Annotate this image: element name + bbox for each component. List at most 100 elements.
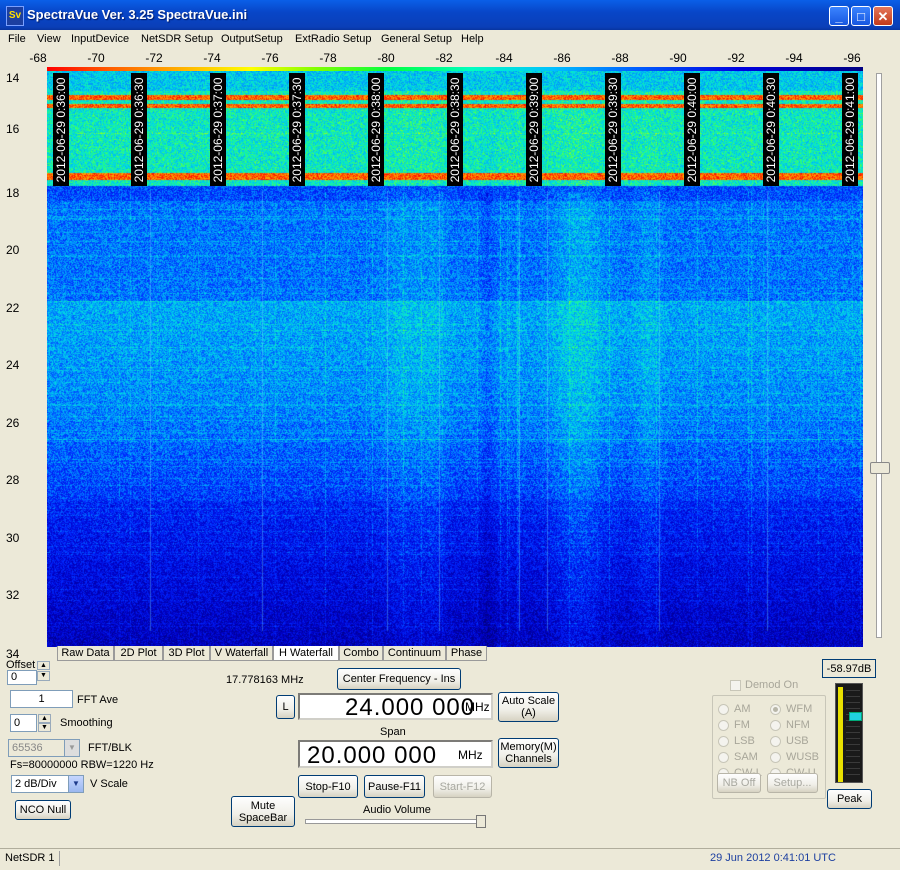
smoothing-spin-up[interactable]: ▲ (38, 714, 51, 723)
timestamp-marker: 2012-06-29 0:36:30 (131, 73, 147, 186)
cursor-frequency-readout: 17.778163 MHz (226, 674, 304, 686)
center-frequency-unit: MHz (465, 700, 490, 714)
menu-bar: File View InputDevice NetSDR Setup Outpu… (0, 30, 900, 49)
menu-help[interactable]: Help (461, 33, 484, 45)
timestamp-label: 2012-06-29 0:41:00 (843, 77, 857, 183)
minimize-button[interactable]: _ (829, 6, 849, 26)
demod-checkbox[interactable] (730, 680, 741, 691)
db-tick-label: -78 (319, 51, 337, 65)
demod-label-sam: SAM (734, 751, 758, 763)
l-button[interactable]: L (276, 695, 295, 719)
peak-button[interactable]: Peak (827, 789, 872, 809)
frequency-tick-label: 16 (6, 122, 20, 136)
timestamp-label: 2012-06-29 0:39:30 (606, 77, 620, 183)
vscale-select[interactable]: 2 dB/Div ▼ (11, 775, 84, 793)
app-icon[interactable]: Sv (6, 6, 24, 26)
nco-null-button[interactable]: NCO Null (15, 800, 71, 820)
db-tick-label: -76 (261, 51, 279, 65)
pause-button[interactable]: Pause-F11 (364, 775, 425, 798)
maximize-button[interactable]: □ (851, 6, 871, 26)
frequency-tick-label: 14 (6, 71, 20, 85)
memory-channels-button[interactable]: Memory(M) Channels (498, 738, 559, 768)
timestamp-label: 2012-06-29 0:36:30 (132, 77, 146, 183)
demod-label-lsb: LSB (734, 735, 755, 747)
audio-volume-thumb[interactable] (476, 815, 486, 828)
close-button[interactable]: ✕ (873, 6, 893, 26)
tab-3d-plot[interactable]: 3D Plot (163, 646, 210, 661)
vertical-slider-track[interactable] (876, 73, 882, 638)
db-tick-label: -96 (843, 51, 861, 65)
demod-radio-wusb[interactable] (770, 752, 781, 763)
db-tick-label: -84 (495, 51, 513, 65)
timestamp-marker: 2012-06-29 0:38:00 (368, 73, 384, 186)
meter-tick (846, 768, 860, 769)
tab-2d-plot[interactable]: 2D Plot (114, 646, 163, 661)
offset-spin-up[interactable]: ▲ (37, 661, 50, 670)
demod-radio-fm[interactable] (718, 720, 729, 731)
fft-blk-select[interactable]: 65536 ▼ (8, 739, 80, 757)
vertical-slider-thumb[interactable] (870, 462, 890, 474)
menu-file[interactable]: File (8, 33, 26, 45)
smoothing-input[interactable]: 0 (10, 714, 37, 732)
tab-v-waterfall[interactable]: V Waterfall (210, 646, 273, 661)
demod-radio-lsb[interactable] (718, 736, 729, 747)
meter-tick (846, 738, 860, 739)
menu-general-setup[interactable]: General Setup (381, 33, 452, 45)
center-frequency-button[interactable]: Center Frequency - Ins (337, 668, 461, 690)
mute-button[interactable]: Mute SpaceBar (231, 796, 295, 827)
fft-ave-input[interactable]: 1 (10, 690, 73, 708)
db-tick-label: -82 (435, 51, 453, 65)
offset-input[interactable]: 0 (7, 670, 37, 685)
demod-label-wusb: WUSB (786, 751, 819, 763)
meter-tick (846, 750, 860, 751)
timestamp-label: 2012-06-29 0:37:00 (211, 77, 225, 183)
demod-radio-wfm[interactable] (770, 704, 781, 715)
tab-phase[interactable]: Phase (446, 646, 487, 661)
frequency-tick-label: 24 (6, 358, 20, 372)
timestamp-marker: 2012-06-29 0:38:30 (447, 73, 463, 186)
smoothing-spin-down[interactable]: ▼ (38, 723, 51, 732)
tab-combo[interactable]: Combo (339, 646, 383, 661)
frequency-tick-label: 26 (6, 416, 20, 430)
title-bar[interactable]: Sv SpectraVue Ver. 3.25 SpectraVue.ini _… (0, 0, 900, 30)
menu-extradio-setup[interactable]: ExtRadio Setup (295, 33, 371, 45)
tab-h-waterfall[interactable]: H Waterfall (273, 646, 339, 661)
auto-scale-button[interactable]: Auto Scale (A) (498, 692, 559, 722)
menu-outputsetup[interactable]: OutputSetup (221, 33, 283, 45)
span-field[interactable]: 20.000 000 MHz (298, 740, 493, 769)
meter-tick (846, 708, 860, 709)
demod-radio-am[interactable] (718, 704, 729, 715)
nb-off-button[interactable]: NB Off (717, 773, 761, 793)
demod-label-am: AM (734, 703, 751, 715)
demod-radio-nfm[interactable] (770, 720, 781, 731)
tab-continuum[interactable]: Continuum (383, 646, 446, 661)
frequency-tick-label: 32 (6, 588, 20, 602)
menu-inputdevice[interactable]: InputDevice (71, 33, 129, 45)
span-label: Span (380, 726, 406, 738)
meter-tick (846, 774, 860, 775)
audio-volume-track[interactable] (305, 819, 484, 824)
demod-radio-usb[interactable] (770, 736, 781, 747)
meter-tick (846, 744, 860, 745)
db-tick-label: -86 (553, 51, 571, 65)
menu-netsdr-setup[interactable]: NetSDR Setup (141, 33, 213, 45)
demod-on-label: Demod On (745, 679, 799, 691)
level-readout: -58.97dB (822, 659, 876, 678)
menu-view[interactable]: View (37, 33, 61, 45)
frequency-tick-label: 30 (6, 531, 20, 545)
db-tick-label: -90 (669, 51, 687, 65)
meter-level-marker[interactable] (849, 712, 862, 721)
center-frequency-field[interactable]: 24.000 000 MHz (298, 693, 493, 721)
stop-button[interactable]: Stop-F10 (298, 775, 358, 798)
frequency-tick-label: 18 (6, 186, 20, 200)
vscale-value: 2 dB/Div (15, 778, 57, 790)
fs-rbw-readout: Fs=80000000 RBW=1220 Hz (10, 759, 154, 771)
start-button[interactable]: Start-F12 (433, 775, 492, 798)
demod-radio-sam[interactable] (718, 752, 729, 763)
chevron-down-icon[interactable]: ▼ (64, 740, 79, 756)
offset-spin-down[interactable]: ▼ (37, 671, 50, 681)
tab-raw-data[interactable]: Raw Data (57, 646, 114, 661)
meter-peak-bar (838, 687, 843, 782)
chevron-down-icon[interactable]: ▼ (68, 776, 83, 792)
demod-setup-button[interactable]: Setup... (767, 773, 818, 793)
